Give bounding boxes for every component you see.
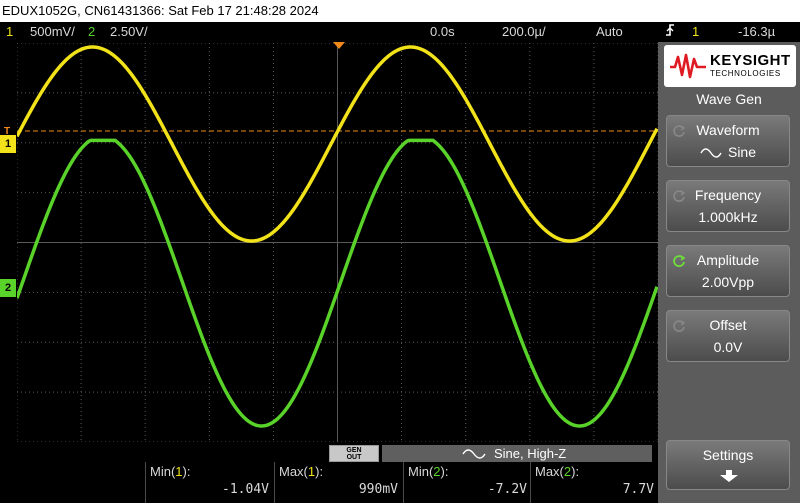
- measurement-label: Max(1):: [279, 464, 324, 479]
- submenu-arrow-icon: [720, 470, 738, 482]
- measurement-label: Min(1):: [150, 464, 191, 479]
- trigger-mode[interactable]: Auto: [596, 22, 623, 42]
- waveform-value-text: Sine: [727, 144, 757, 160]
- amplitude-value: 2.00Vpp: [701, 274, 755, 290]
- amplitude-label: Amplitude: [696, 252, 760, 268]
- offset-value: 0.0V: [713, 339, 743, 355]
- trigger-level[interactable]: -16.3µ: [738, 22, 775, 42]
- gen-out-badge-bottom: OUT: [346, 454, 362, 461]
- trigger-source[interactable]: 1: [692, 22, 699, 42]
- ch1-number[interactable]: 1: [6, 22, 13, 42]
- window-title: EDUX1052G, CN61431366: Sat Feb 17 21:48:…: [0, 0, 800, 22]
- ch2-number[interactable]: 2: [88, 22, 95, 42]
- amplitude-softkey[interactable]: Amplitude 2.00Vpp: [666, 245, 790, 297]
- measurement-max-ch1[interactable]: Max(1): 990mV: [274, 462, 402, 503]
- offset-label: Offset: [709, 317, 747, 333]
- waveform-graticule: [17, 43, 658, 442]
- waveform-display[interactable]: [17, 43, 658, 442]
- measurement-label: Min(2):: [408, 464, 449, 479]
- sine-icon: [700, 148, 722, 158]
- waveform-label: Waveform: [696, 122, 760, 138]
- timebase-scale[interactable]: 200.0µ/: [502, 22, 546, 42]
- menu-title: Wave Gen: [696, 91, 762, 107]
- measurement-value: 7.7V: [622, 482, 654, 497]
- sine-icon: [462, 449, 486, 459]
- wavegen-status-text: Sine, High-Z: [494, 446, 567, 461]
- offset-softkey[interactable]: Offset 0.0V: [666, 310, 790, 362]
- settings-softkey[interactable]: Settings: [666, 440, 790, 490]
- gen-out-badge[interactable]: GEN OUT: [329, 445, 379, 462]
- measurement-value: 990mV: [358, 482, 398, 497]
- horizontal-delay[interactable]: 0.0s: [430, 22, 455, 42]
- frequency-value: 1.000kHz: [698, 209, 758, 225]
- wavegen-status: Sine, High-Z: [382, 445, 652, 462]
- measurement-label: Max(2):: [535, 464, 580, 479]
- measurement-min-ch1[interactable]: Min(1): -1.04V: [145, 462, 273, 503]
- ch1-scale[interactable]: 500mV/: [30, 22, 75, 42]
- measurement-min-ch2[interactable]: Min(2): -7.2V: [403, 462, 531, 503]
- gen-out-badge-top: GEN: [346, 447, 362, 454]
- waveform-value: Sine: [667, 144, 789, 160]
- trigger-position-marker[interactable]: [333, 42, 345, 49]
- ch1-ground-marker[interactable]: 1: [0, 135, 16, 153]
- logo-brand: KEYSIGHT: [710, 52, 791, 69]
- status-bar: 1 500mV/ 2 2.50V/ 0.0s 200.0µ/ Auto 1 -1…: [0, 22, 800, 42]
- measurement-max-ch2[interactable]: Max(2): 7.7V: [530, 462, 658, 503]
- settings-label: Settings: [702, 447, 754, 463]
- frequency-label: Frequency: [694, 187, 762, 203]
- keysight-logo: KEYSIGHT TECHNOLOGIES: [664, 45, 796, 87]
- waveform-softkey[interactable]: Waveform Sine: [666, 115, 790, 167]
- ch2-ground-marker[interactable]: 2: [0, 279, 16, 297]
- measurement-value: -1.04V: [222, 482, 269, 497]
- frequency-softkey[interactable]: Frequency 1.000kHz: [666, 180, 790, 232]
- ch2-scale[interactable]: 2.50V/: [110, 22, 148, 42]
- measurement-value: -7.2V: [487, 482, 527, 497]
- trigger-edge-icon: [664, 22, 676, 44]
- keysight-wave-icon: [670, 53, 706, 79]
- logo-sub: TECHNOLOGIES: [710, 69, 781, 78]
